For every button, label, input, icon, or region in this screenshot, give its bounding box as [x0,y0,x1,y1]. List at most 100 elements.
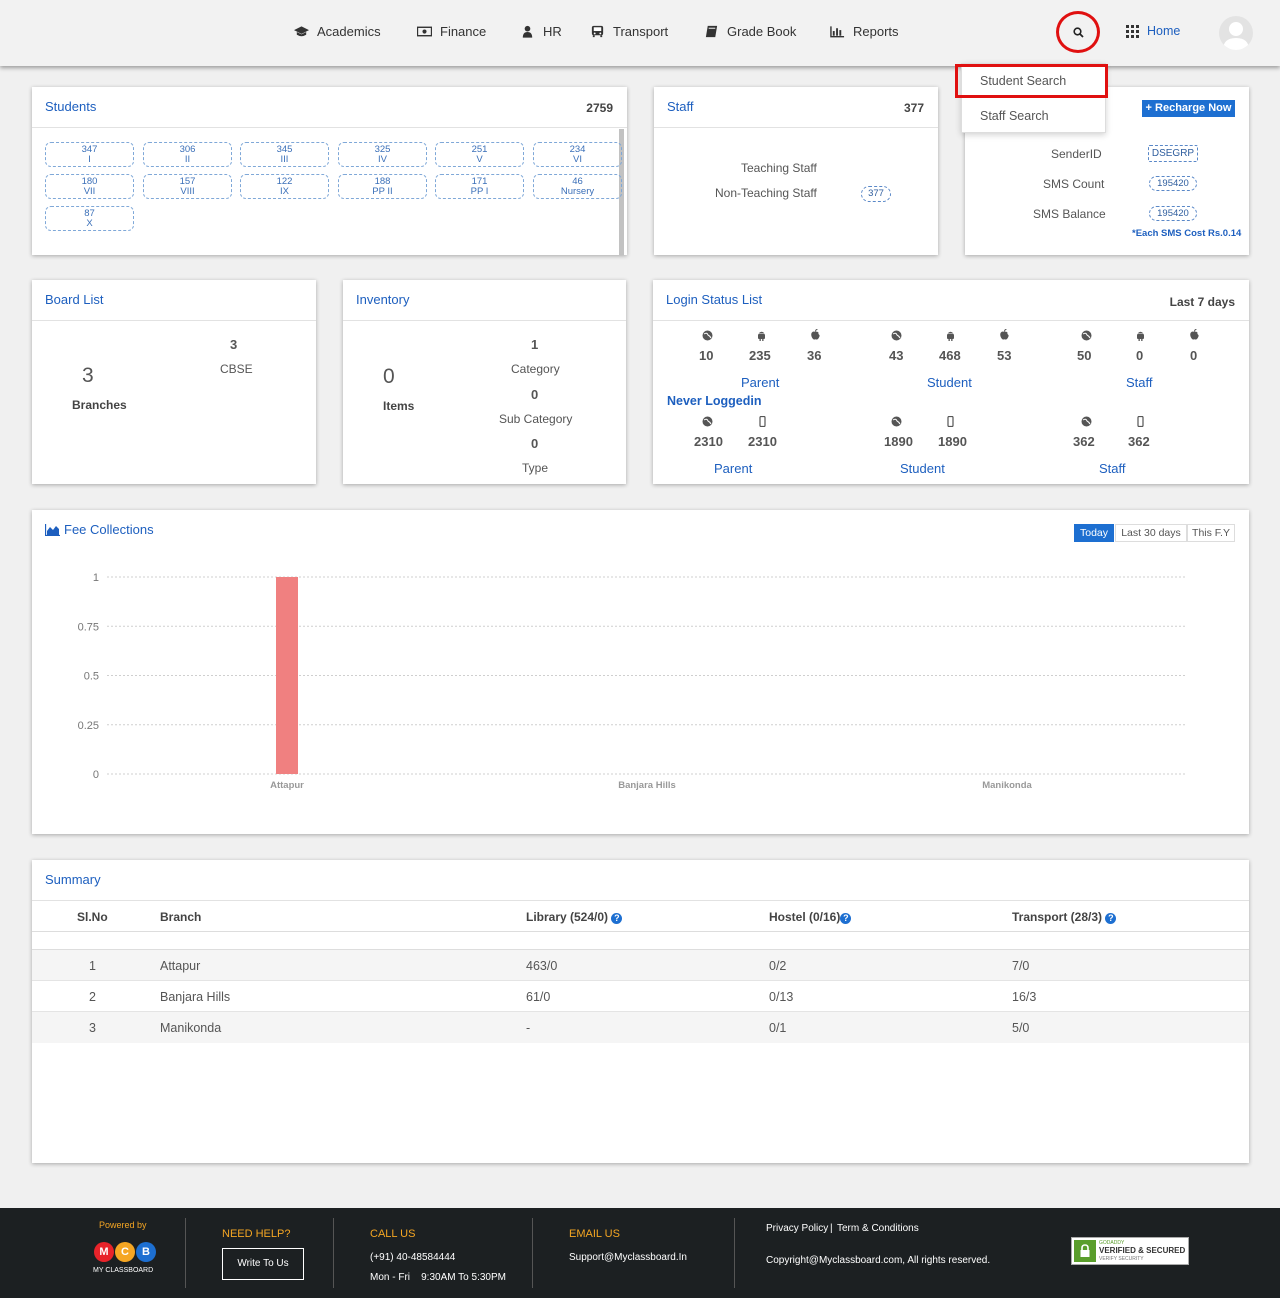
y-tick-label: 0.25 [78,720,99,732]
type-label: Type [522,461,549,475]
class-pill[interactable]: 345 III [240,142,329,167]
x-tick-label: Banjara Hills [618,780,676,791]
help-icon[interactable]: ? [1105,913,1117,924]
help-icon[interactable]: ? [611,913,623,924]
tab-last-30-days[interactable]: Last 30 days [1115,524,1187,542]
col-slno: Sl.No [77,910,108,924]
sms-balance-label: SMS Balance [1033,207,1106,221]
nav-academics[interactable]: Academics [294,24,381,39]
fee-collections-title: Fee Collections [64,522,154,537]
non-teaching-count[interactable]: 377 [861,186,891,202]
brand-label: MY CLASSBOARD [93,1267,154,1274]
sms-count-label: SMS Count [1043,177,1105,191]
privacy-policy-link[interactable]: Privacy Policy [766,1223,828,1234]
android-icon [1137,331,1144,341]
parent-ios-count: 36 [807,348,822,363]
staff-never-web: 362 [1073,434,1095,449]
user-avatar-icon [1223,22,1249,50]
tab-today[interactable]: Today [1074,524,1114,542]
email-us-title: EMAIL US [569,1228,620,1240]
subcategory-label: Sub Category [499,412,573,426]
class-pill[interactable]: 325 IV [338,142,427,167]
godaddy-badge[interactable]: GODADDY VERIFIED & SECURED VERIFY SECURI… [1071,1237,1189,1265]
inventory-card: Inventory 0 Items 1 Category 0 Sub Categ… [343,280,626,484]
class-pill[interactable]: 188 PP II [338,174,427,199]
mobile-icon [947,416,954,427]
bar-chart-icon [830,26,845,38]
class-pill[interactable]: 46 Nursery [533,174,622,199]
nav-transport[interactable]: Transport [590,24,668,39]
nav-gradebook-label: Grade Book [727,24,797,39]
staff-never-mobile: 362 [1128,434,1150,449]
class-pill[interactable]: 87 X [45,206,134,231]
money-icon [417,26,432,37]
mobile-icon [759,416,766,427]
area-chart-icon [45,523,60,536]
tab-this-fy[interactable]: This F.Y [1187,524,1235,542]
students-divider [32,127,627,128]
table-row: 1 Attapur 463/0 0/2 7/0 [32,950,1249,981]
fee-collections-card: Fee Collections Today Last 30 days This … [32,510,1249,834]
header-divider [32,931,1249,932]
class-pill[interactable]: 171 PP I [435,174,524,199]
fee-chart: 1 0.75 0.5 0.25 0 Attapur Banjara Hills Manikon… [78,572,1187,791]
subcategory-count: 0 [531,387,539,402]
footer-divider [532,1218,533,1288]
class-pill[interactable]: 251 V [435,142,524,167]
terms-link[interactable]: Term & Conditions [837,1223,919,1234]
board-list-title: Board List [45,292,104,307]
footer: Powered by M C B MY CLASSBOARD NEED HELP… [0,1208,1280,1298]
apple-icon [811,329,820,340]
category-count: 1 [531,337,539,352]
globe-icon [891,330,902,341]
nav-reports-label: Reports [853,24,899,39]
home-link[interactable]: Home [1126,24,1180,38]
class-pill[interactable]: 234 VI [533,142,622,167]
footer-divider [333,1218,334,1288]
summary-title: Summary [45,872,101,887]
sms-count-value: 195420 [1149,176,1197,191]
plus-icon: + [1145,102,1152,114]
table-row: 3 Manikonda - 0/1 5/0 [32,1012,1249,1043]
badge-text: GODADDY VERIFIED & SECURED VERIFY SECURI… [1099,1240,1186,1262]
fee-collections-header: Fee Collections [45,522,154,537]
recharge-now-label: Recharge Now [1155,102,1232,114]
powered-by-label: Powered by [99,1220,147,1230]
help-icon[interactable]: ? [840,913,852,924]
summary-card: Summary Sl.No Branch Library (524/0) ? H… [32,860,1249,1163]
student-android-count: 468 [939,348,961,363]
nav-hr[interactable]: HR [520,24,562,39]
parent-login-label: Parent [741,375,780,390]
recharge-now-button[interactable]: + Recharge Now [1142,100,1235,117]
staff-web-count: 50 [1077,348,1092,363]
avatar[interactable] [1219,16,1253,50]
col-branch: Branch [160,910,202,924]
class-pill[interactable]: 306 II [143,142,232,167]
nav-reports[interactable]: Reports [830,24,899,39]
col-library: Library (524/0) ? [526,910,623,924]
nav-finance[interactable]: Finance [417,24,486,39]
staff-android-count: 0 [1136,348,1144,363]
phone-number: (+91) 40-48584444 [370,1252,456,1263]
class-pill[interactable]: 347 I [45,142,134,167]
branches-count: 3 [82,364,94,387]
class-pill[interactable]: 180 VII [45,174,134,199]
student-never-mobile: 1890 [938,434,967,449]
search-button[interactable] [1056,11,1100,53]
board-list-card: Board List 3 Branches 3 CBSE [32,280,316,484]
write-to-us-button[interactable]: Write To Us [222,1248,304,1280]
class-pill[interactable]: 122 IX [240,174,329,199]
class-pill[interactable]: 157 VIII [143,174,232,199]
footer-divider [185,1218,186,1288]
students-title: Students [45,99,97,114]
student-web-count: 43 [889,348,904,363]
nav-transport-label: Transport [613,24,669,39]
need-help-title: NEED HELP? [222,1228,291,1240]
login-status-title: Login Status List [666,292,763,307]
nav-academics-label: Academics [317,24,381,39]
user-icon [522,25,533,38]
staff-search-option[interactable]: Staff Search [962,99,1107,133]
support-email[interactable]: Support@Myclassboard.In [569,1252,687,1263]
y-tick-label: 0.75 [78,621,99,633]
nav-gradebook[interactable]: Grade Book [704,24,796,39]
